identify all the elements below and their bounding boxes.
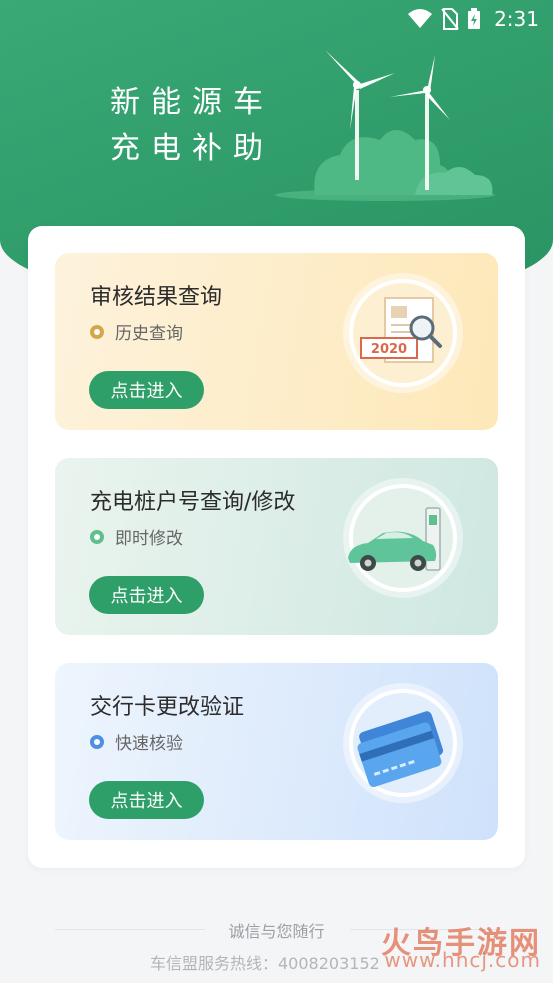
- card-title: 充电桩户号查询/修改: [90, 490, 296, 515]
- card-review-result-query[interactable]: 审核结果查询 历史查询 点击进入 2020: [55, 253, 498, 430]
- document-search-icon: 2020: [343, 273, 463, 393]
- status-bar: 2:31: [0, 0, 553, 40]
- footer-hotline: 车信盟服务热线：4008203152: [150, 954, 380, 973]
- bank-card-icon: [343, 683, 463, 803]
- card-title: 交行卡更改验证: [90, 695, 245, 720]
- enter-button[interactable]: 点击进入: [89, 576, 204, 614]
- watermark-url: www.hncj.com: [384, 948, 541, 972]
- status-time: 2:31: [494, 7, 539, 31]
- card-subtitle: 快速核验: [90, 729, 183, 754]
- card-title: 审核结果查询: [90, 285, 223, 310]
- wifi-icon: [408, 9, 432, 28]
- enter-button[interactable]: 点击进入: [89, 371, 204, 409]
- card-charging-account-query[interactable]: 充电桩户号查询/修改 即时修改 点击进入: [55, 458, 498, 635]
- service-card-list: 审核结果查询 历史查询 点击进入 2020 充电桩户号查询/修改 即时修改 点击…: [28, 226, 525, 868]
- watermark-logo: 火鸟手游网 www.hncj.com: [381, 918, 541, 972]
- card-subtitle: 即时修改: [90, 524, 183, 549]
- hero-title-line1: 新能源车: [110, 85, 274, 120]
- wind-turbine-illustration: [275, 50, 495, 201]
- bullet-icon: [90, 324, 104, 339]
- card-subtitle-text: 历史查询: [115, 324, 183, 344]
- battery-charging-icon: [468, 8, 480, 29]
- card-subtitle: 历史查询: [90, 319, 183, 344]
- no-sim-icon: [441, 8, 459, 30]
- bullet-icon: [90, 529, 104, 544]
- year-label: 2020: [371, 342, 407, 357]
- enter-button[interactable]: 点击进入: [89, 781, 204, 819]
- bullet-icon: [90, 734, 104, 749]
- card-subtitle-text: 快速核验: [115, 734, 183, 754]
- electric-car-charger-icon: [343, 478, 463, 598]
- card-subtitle-text: 即时修改: [115, 529, 183, 549]
- card-bank-card-verification[interactable]: 交行卡更改验证 快速核验 点击进入: [55, 663, 498, 840]
- hero-title: 新能源车 充电补助: [110, 80, 274, 172]
- hero-title-line2: 充电补助: [110, 131, 274, 166]
